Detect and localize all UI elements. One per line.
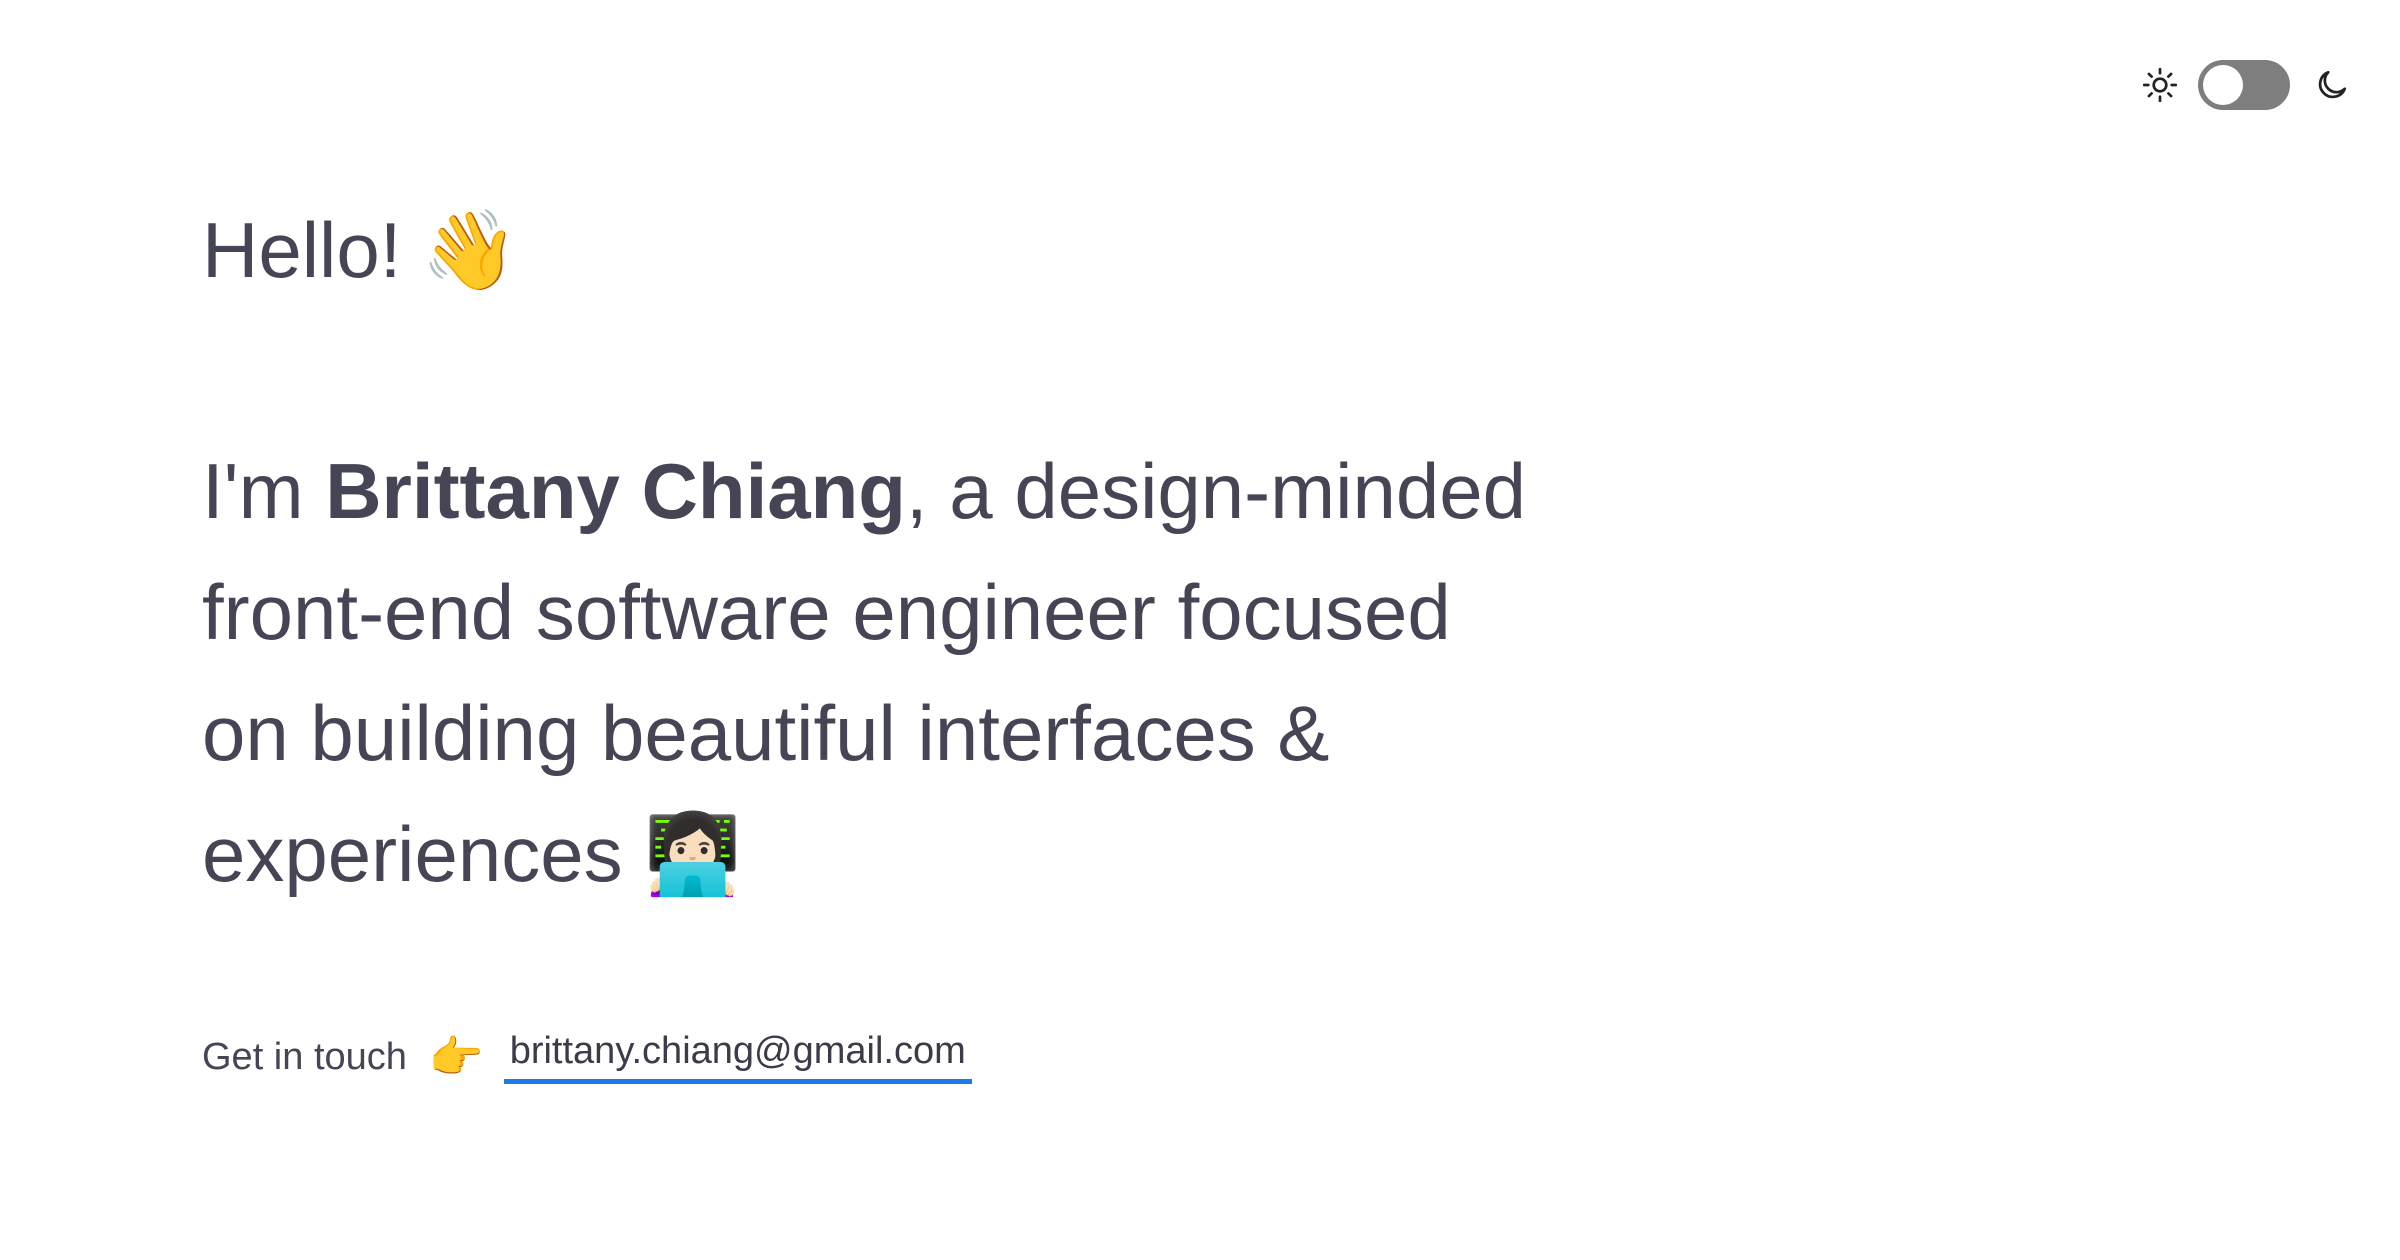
dark-mode-switch[interactable] [2198,60,2290,110]
intro-line-4: experiences 👩🏻‍💻 [202,794,1702,916]
switch-knob [2203,65,2243,105]
theme-toggle [2142,60,2350,110]
author-name: Brittany Chiang [325,447,906,535]
pointing-right-emoji: 👉 [428,1032,484,1083]
sun-icon [2142,67,2178,103]
waving-hand-emoji: 👋 [421,206,519,296]
intro-paragraph: I'm Brittany Chiang, a design-minded fro… [202,431,1702,916]
contact-label: Get in touch [202,1035,407,1078]
intro-line-1-rest: , a design-minded [905,447,1526,535]
intro-line-1: I'm Brittany Chiang, a design-minded [202,431,1702,552]
intro-line-4-text: experiences [202,810,623,898]
greeting-text: Hello! [202,206,402,294]
intro-prefix: I'm [202,447,326,535]
moon-icon [2318,70,2347,99]
greeting-heading: Hello! 👋 [202,190,1702,311]
technologist-emoji: 👩🏻‍💻 [644,810,742,900]
email-link[interactable]: brittany.chiang@gmail.com [503,1030,972,1084]
intro-line-3: on building beautiful interfaces & [202,689,1330,777]
main-content: Hello! 👋 I'm Brittany Chiang, a design-mi… [202,190,1702,916]
contact-row: Get in touch 👉 brittany.chiang@gmail.com [202,1030,972,1084]
intro-line-2: front-end software engineer focused [202,568,1451,656]
